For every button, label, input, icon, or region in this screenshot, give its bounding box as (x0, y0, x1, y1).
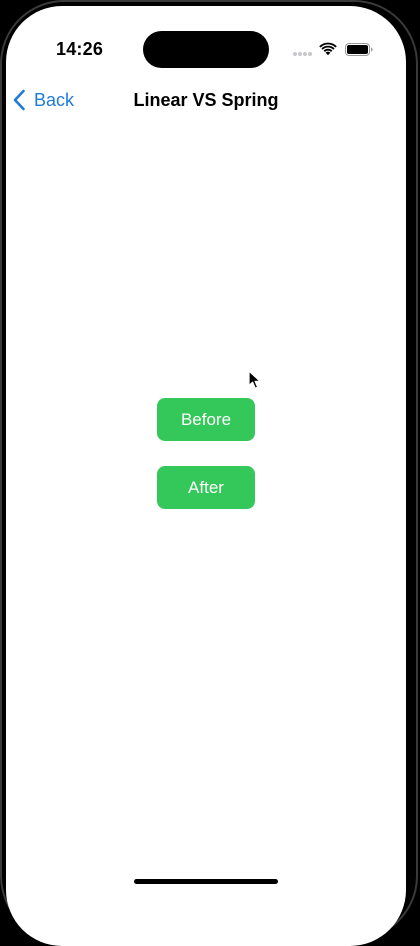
battery-icon (345, 43, 373, 56)
navigation-bar: Back Linear VS Spring (6, 78, 406, 122)
main-content: Before After (6, 122, 406, 862)
back-button[interactable]: Back (12, 78, 74, 122)
status-time: 14:26 (56, 39, 104, 59)
home-indicator (134, 879, 278, 884)
mouse-cursor-icon (248, 370, 261, 389)
dynamic-island (143, 31, 269, 68)
back-label: Back (34, 89, 75, 110)
cellular-signal-icon (293, 52, 313, 58)
before-button[interactable]: Before (157, 398, 255, 441)
wifi-icon (319, 42, 337, 56)
device-frame: 14:26 Back Linear VS Spring Before After (0, 0, 420, 946)
chevron-left-icon (13, 89, 25, 111)
after-button[interactable]: After (157, 466, 255, 509)
status-bar: 14:26 (6, 6, 406, 86)
phone-screen: 14:26 Back Linear VS Spring Before After (6, 6, 406, 946)
